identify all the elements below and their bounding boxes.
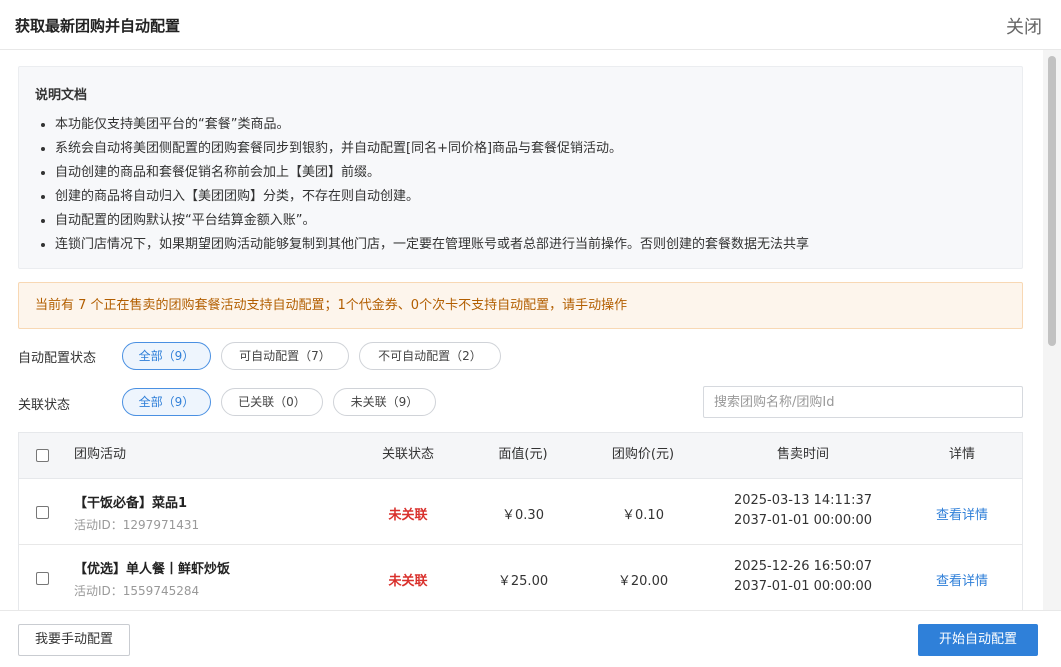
filter-auto-impossible[interactable]: 不可自动配置（2） bbox=[359, 342, 501, 370]
instruction-item: 系统会自动将美团侧配置的团购套餐同步到银豹，并自动配置[同名+同价格]商品与套餐… bbox=[55, 137, 1015, 161]
instruction-item: 自动创建的商品和套餐促销名称前会加上【美团】前缀。 bbox=[55, 161, 1015, 185]
view-detail-link[interactable]: 查看详情 bbox=[912, 570, 1012, 589]
col-group-price: 团购价(元) bbox=[611, 447, 675, 462]
group-price: ￥20.00 bbox=[617, 574, 669, 589]
group-buy-table: 团购活动 关联状态 面值(元) 团购价(元) 售卖时间 详情 【干饭必备】菜品1… bbox=[18, 432, 1023, 610]
close-button[interactable]: 关闭 bbox=[1006, 13, 1042, 39]
col-face-value: 面值(元) bbox=[498, 447, 548, 462]
sale-end-time: 2037-01-01 00:00:00 bbox=[733, 513, 873, 528]
col-detail: 详情 bbox=[948, 447, 975, 462]
sale-start-time: 2025-12-26 16:50:07 bbox=[733, 559, 873, 574]
instructions-list: 本功能仅支持美团平台的“套餐”类商品。 系统会自动将美团侧配置的团购套餐同步到银… bbox=[37, 113, 1015, 257]
instruction-item: 连锁门店情况下，如果期望团购活动能够复制到其他门店，一定要在管理账号或者总部进行… bbox=[55, 233, 1015, 257]
dialog-body: 说明文档 本功能仅支持美团平台的“套餐”类商品。 系统会自动将美团侧配置的团购套… bbox=[0, 50, 1043, 610]
face-value: ￥0.30 bbox=[502, 508, 544, 523]
dialog-footer: 我要手动配置 开始自动配置 bbox=[0, 610, 1061, 667]
face-value: ￥25.00 bbox=[497, 574, 549, 589]
filter-auto-all[interactable]: 全部（9） bbox=[122, 342, 211, 370]
search-input[interactable] bbox=[703, 386, 1023, 418]
scrollbar-thumb[interactable] bbox=[1048, 56, 1056, 346]
link-status-badge: 未关联 bbox=[388, 574, 428, 589]
activity-id: 活动ID：1559745284 bbox=[74, 584, 200, 598]
view-detail-link[interactable]: 查看详情 bbox=[912, 504, 1012, 523]
group-price: ￥0.10 bbox=[622, 508, 664, 523]
activity-name: 【优选】单人餐丨鲜虾炒饭 bbox=[74, 562, 231, 577]
sale-start-time: 2025-03-13 14:11:37 bbox=[733, 493, 873, 508]
filter-auto-possible[interactable]: 可自动配置（7） bbox=[221, 342, 349, 370]
notice-banner: 当前有 7 个正在售卖的团购套餐活动支持自动配置；1个代金券、0个次卡不支持自动… bbox=[18, 282, 1023, 329]
dialog-title: 获取最新团购并自动配置 bbox=[15, 17, 181, 35]
vertical-scrollbar[interactable] bbox=[1043, 50, 1061, 610]
table-row: 【优选】单人餐丨鲜虾炒饭 活动ID：1559745284 未关联 ￥25.00 … bbox=[19, 545, 1022, 610]
instructions-title: 说明文档 bbox=[35, 88, 88, 103]
filter-link-all[interactable]: 全部（9） bbox=[122, 388, 211, 416]
start-auto-config-button[interactable]: 开始自动配置 bbox=[918, 624, 1038, 656]
link-status-filter-label: 关联状态 bbox=[18, 398, 71, 413]
sale-end-time: 2037-01-01 00:00:00 bbox=[733, 579, 873, 594]
link-status-badge: 未关联 bbox=[388, 508, 428, 523]
instruction-item: 创建的商品将自动归入【美团团购】分类，不存在则自动创建。 bbox=[55, 185, 1015, 209]
table-row: 【干饭必备】菜品1 活动ID：1297971431 未关联 ￥0.30 ￥0.1… bbox=[19, 479, 1022, 545]
instruction-item: 本功能仅支持美团平台的“套餐”类商品。 bbox=[55, 113, 1015, 137]
row-checkbox[interactable] bbox=[36, 506, 49, 519]
col-activity: 团购活动 bbox=[74, 447, 127, 462]
table-header: 团购活动 关联状态 面值(元) 团购价(元) 售卖时间 详情 bbox=[19, 433, 1022, 479]
activity-name: 【干饭必备】菜品1 bbox=[74, 496, 188, 511]
col-sale-time: 售卖时间 bbox=[776, 447, 829, 462]
instructions-panel: 说明文档 本功能仅支持美团平台的“套餐”类商品。 系统会自动将美团侧配置的团购套… bbox=[18, 66, 1023, 269]
filter-link-linked[interactable]: 已关联（0） bbox=[221, 388, 323, 416]
select-all-checkbox[interactable] bbox=[36, 449, 49, 462]
manual-config-button[interactable]: 我要手动配置 bbox=[18, 624, 130, 656]
instruction-item: 自动配置的团购默认按“平台结算金额入账”。 bbox=[55, 209, 1015, 233]
filter-link-unlinked[interactable]: 未关联（9） bbox=[333, 388, 436, 416]
activity-id: 活动ID：1297971431 bbox=[74, 518, 200, 532]
dialog-header: 获取最新团购并自动配置 关闭 bbox=[0, 0, 1061, 50]
auto-config-filter-label: 自动配置状态 bbox=[18, 351, 97, 366]
col-link-status: 关联状态 bbox=[381, 447, 434, 462]
row-checkbox[interactable] bbox=[36, 572, 49, 585]
